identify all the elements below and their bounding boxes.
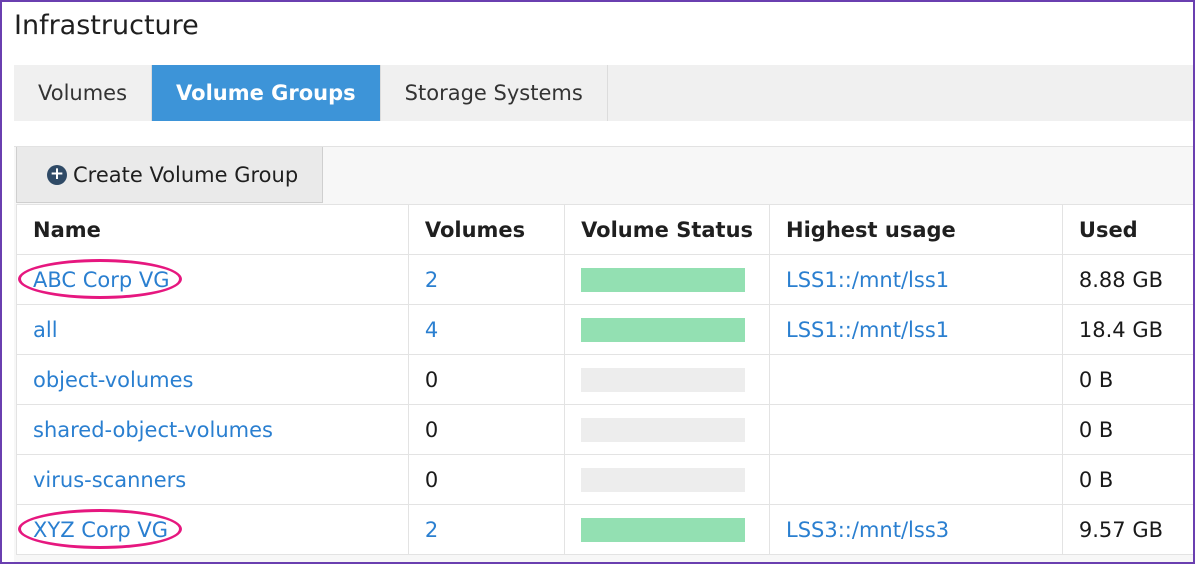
name-cell: ABC Corp VG: [16, 254, 409, 305]
toolbar: + Create Volume Group: [16, 147, 324, 203]
table-row: virus-scanners 0 0 B: [16, 454, 1193, 505]
volume-status-bar: [581, 317, 746, 342]
used-cell: 0 B: [1061, 454, 1193, 505]
column-header-used[interactable]: Used: [1061, 204, 1193, 255]
table-row: all 4 LSS1::/mnt/lss1 18.4 GB: [16, 304, 1193, 355]
used-cell: 0 B: [1061, 404, 1193, 455]
highest-usage-cell: [769, 454, 1063, 505]
name-cell: object-volumes: [16, 354, 409, 405]
highest-usage-cell: LSS1::/mnt/lss1: [769, 254, 1063, 305]
highest-usage-cell: LSS1::/mnt/lss1: [769, 304, 1063, 355]
volumes-cell: 2: [407, 254, 566, 305]
volumes-cell: 0: [407, 354, 566, 405]
highest-usage-link[interactable]: LSS3::/mnt/lss3: [786, 518, 949, 542]
create-volume-group-label: Create Volume Group: [73, 162, 299, 187]
page-title: Infrastructure: [14, 10, 199, 41]
volume-groups-table: Name Volumes Volume Status Highest usage…: [16, 204, 1193, 555]
window-frame: Infrastructure Volumes Volume Groups Sto…: [0, 0, 1195, 564]
volume-status-bar: [581, 417, 746, 442]
volume-status-bar: [581, 367, 746, 392]
table-row: XYZ Corp VG 2 LSS3::/mnt/lss3 9.57 GB: [16, 504, 1193, 555]
highest-usage-cell: LSS3::/mnt/lss3: [769, 504, 1063, 555]
table-row: object-volumes 0 0 B: [16, 354, 1193, 405]
table-body: ABC Corp VG 2 LSS1::/mnt/lss1 8.88 GB all 4 LS…: [16, 254, 1193, 555]
used-cell: 9.57 GB: [1061, 504, 1193, 555]
highest-usage-cell: [769, 354, 1063, 405]
volume-status-bar: [581, 517, 746, 542]
column-header-volume-status[interactable]: Volume Status: [564, 204, 771, 255]
volume-status-cell: [564, 404, 771, 455]
highest-usage-link[interactable]: LSS1::/mnt/lss1: [786, 268, 949, 292]
used-cell: 8.88 GB: [1061, 254, 1193, 305]
volumes-count-link[interactable]: 2: [425, 268, 438, 292]
volume-status-bar: [581, 467, 746, 492]
volumes-count: 0: [424, 367, 439, 392]
volume-status-cell: [564, 454, 771, 505]
name-cell: XYZ Corp VG: [16, 504, 409, 555]
volumes-count: 0: [424, 417, 439, 442]
column-header-name[interactable]: Name: [16, 204, 409, 255]
tab-volumes[interactable]: Volumes: [14, 65, 153, 121]
volume-group-name-link[interactable]: XYZ Corp VG: [33, 518, 168, 542]
name-cell: virus-scanners: [16, 454, 409, 505]
volumes-count-link[interactable]: 2: [425, 518, 438, 542]
used-cell: 0 B: [1061, 354, 1193, 405]
volume-status-cell: [564, 504, 771, 555]
used-cell: 18.4 GB: [1061, 304, 1193, 355]
highest-usage-cell: [769, 404, 1063, 455]
volumes-cell: 4: [407, 304, 566, 355]
volume-group-name-link[interactable]: object-volumes: [33, 368, 193, 392]
volumes-cell: 0: [407, 454, 566, 505]
volumes-count: 0: [424, 467, 439, 492]
volume-group-name-link[interactable]: shared-object-volumes: [33, 418, 273, 442]
name-cell: all: [16, 304, 409, 355]
tab-storage-systems[interactable]: Storage Systems: [381, 65, 608, 121]
table-header-row: Name Volumes Volume Status Highest usage…: [16, 204, 1193, 255]
table-row: ABC Corp VG 2 LSS1::/mnt/lss1 8.88 GB: [16, 254, 1193, 305]
volume-group-name-link[interactable]: all: [33, 318, 58, 342]
volume-group-name-link[interactable]: virus-scanners: [33, 468, 186, 492]
volume-groups-panel: + Create Volume Group Name Volumes Volum…: [14, 146, 1193, 562]
highest-usage-link[interactable]: LSS1::/mnt/lss1: [786, 318, 949, 342]
volumes-cell: 0: [407, 404, 566, 455]
volume-status-bar: [581, 267, 746, 292]
plus-circle-icon: +: [47, 164, 67, 185]
table-row: shared-object-volumes 0 0 B: [16, 404, 1193, 455]
tab-volume-groups[interactable]: Volume Groups: [152, 65, 381, 121]
name-cell: shared-object-volumes: [16, 404, 409, 455]
tab-bar: Volumes Volume Groups Storage Systems: [14, 65, 1193, 121]
volume-status-cell: [564, 304, 771, 355]
volume-status-cell: [564, 254, 771, 305]
volume-status-fill: [581, 317, 746, 342]
volumes-cell: 2: [407, 504, 566, 555]
volume-status-cell: [564, 354, 771, 405]
volumes-count-link[interactable]: 4: [425, 318, 438, 342]
volume-status-fill: [581, 267, 746, 292]
column-header-highest-usage[interactable]: Highest usage: [769, 204, 1063, 255]
volume-status-fill: [581, 517, 746, 542]
volume-group-name-link[interactable]: ABC Corp VG: [33, 268, 170, 292]
column-header-volumes[interactable]: Volumes: [407, 204, 566, 255]
create-volume-group-button[interactable]: + Create Volume Group: [16, 147, 324, 203]
